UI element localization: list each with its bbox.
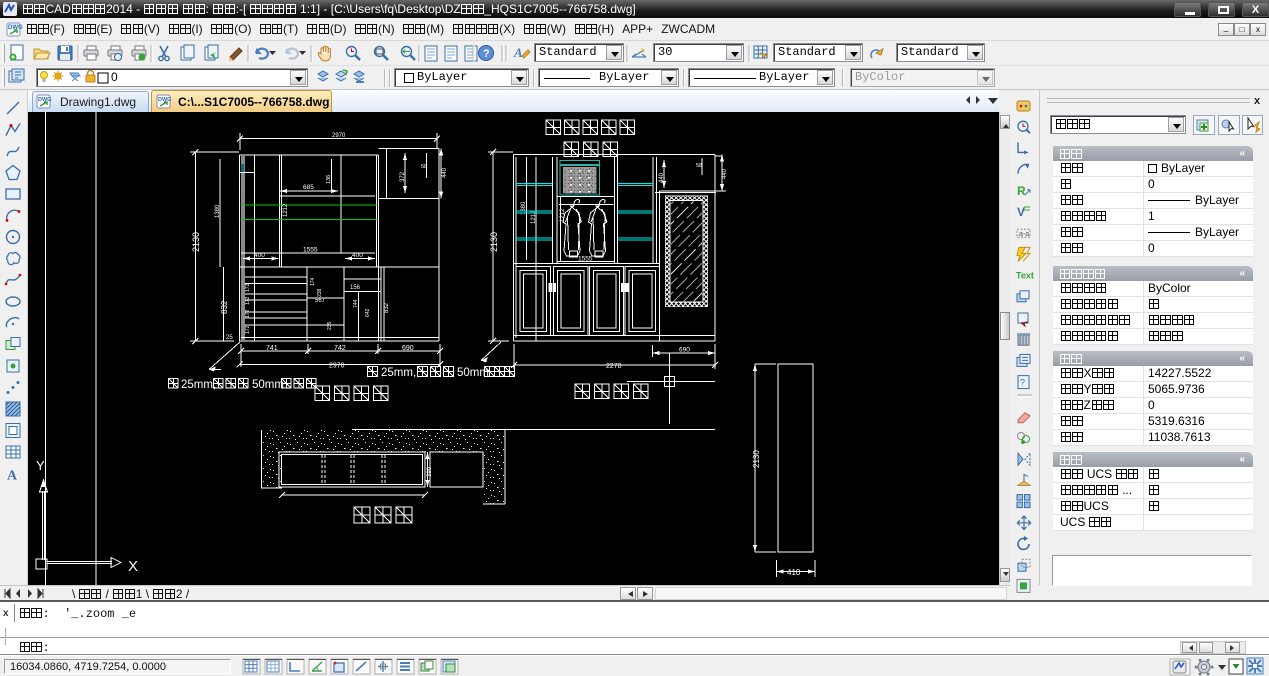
svg-text:58: 58 [696,163,702,169]
svg-text:2130: 2130 [489,232,499,252]
svg-text:X: X [128,558,138,575]
svg-text:642: 642 [365,308,371,317]
svg-text:50mm: 50mm [252,379,284,391]
svg-text:?: ? [1020,378,1025,388]
svg-text:372: 372 [400,171,406,182]
svg-text:744: 744 [353,299,359,308]
svg-text:238: 238 [317,288,323,297]
svg-text:172: 172 [245,296,251,305]
svg-text:235: 235 [327,321,333,330]
svg-text:25mm,: 25mm, [181,379,216,391]
svg-text:410: 410 [787,568,801,577]
svg-text:1212: 1212 [283,203,289,217]
svg-text:2970: 2970 [329,363,345,370]
svg-text:741: 741 [266,345,278,352]
svg-text:685: 685 [303,184,314,191]
svg-text:a-a: a-a [1019,231,1029,238]
svg-text:156: 156 [350,285,361,291]
svg-text:1212: 1212 [531,210,537,224]
svg-text:2970: 2970 [332,133,346,139]
svg-text:A: A [513,45,523,60]
svg-text:2130: 2130 [191,232,201,252]
svg-text:400: 400 [254,252,265,259]
svg-text:390: 390 [427,466,433,477]
svg-text:25: 25 [226,335,233,341]
svg-text:567: 567 [315,298,326,304]
svg-text:742: 742 [334,345,346,352]
svg-text:Text: Text [1016,271,1034,281]
svg-text:690: 690 [679,347,690,354]
svg-text:174: 174 [310,277,316,286]
svg-text:832: 832 [384,302,390,313]
svg-text:1555: 1555 [303,247,318,254]
svg-text:25mm,: 25mm, [381,367,416,379]
svg-text:440: 440 [722,168,728,179]
svg-text:690: 690 [402,345,414,352]
svg-text:2270: 2270 [606,363,622,370]
svg-text:A: A [7,469,18,484]
svg-text:1555: 1555 [578,256,593,263]
svg-text:172: 172 [245,325,251,334]
svg-text:R: R [1017,184,1026,198]
svg-text:1380: 1380 [215,204,221,218]
svg-text:Y: Y [36,458,45,473]
svg-text:832: 832 [220,300,229,314]
svg-text:440: 440 [659,172,665,183]
svg-text:136: 136 [326,175,332,184]
svg-text:?: ? [483,48,490,60]
svg-text:58: 58 [421,164,427,170]
svg-text:172: 172 [245,283,251,292]
svg-text:V: V [1017,205,1025,219]
svg-text:440: 440 [442,167,448,178]
svg-text:172: 172 [245,309,251,318]
svg-text:400: 400 [352,252,363,259]
svg-text:2130: 2130 [752,450,761,468]
